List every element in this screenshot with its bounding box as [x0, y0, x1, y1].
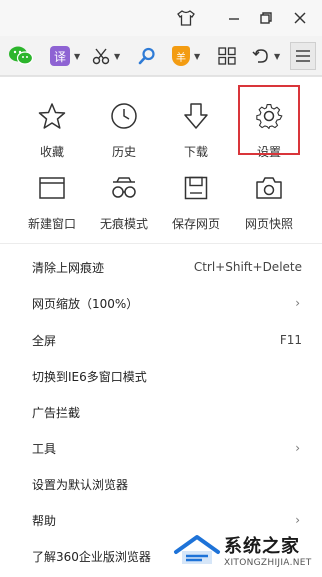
menu-item-incognito[interactable]: 无痕模式 — [94, 173, 154, 232]
wechat-icon[interactable] — [8, 44, 34, 68]
menu-item-zoom[interactable]: 网页缩放（100%） › — [0, 285, 322, 321]
restore-icon[interactable] — [254, 6, 278, 30]
apps-grid-icon[interactable] — [218, 44, 236, 68]
chevron-right-icon: › — [295, 441, 300, 455]
divider — [0, 243, 322, 244]
menu-item-save-page[interactable]: 保存网页 — [166, 173, 226, 232]
chevron-right-icon: › — [295, 513, 300, 527]
screenshot-button[interactable]: ▼ — [92, 44, 120, 68]
close-icon[interactable] — [288, 6, 312, 30]
scissors-icon — [92, 48, 110, 65]
menu-item-label: 历史 — [111, 145, 136, 159]
main-menu-panel: 收藏 历史 下载 设置 新建窗口 无痕模式 保存网页 网页快照 清除上网痕迹 C… — [0, 76, 322, 577]
menu-item-snapshot[interactable]: 网页快照 — [239, 173, 299, 232]
menu-item-history[interactable]: 历史 — [94, 101, 154, 160]
menu-item-label: 网页缩放（100%） — [32, 296, 139, 311]
menu-item-favorites[interactable]: 收藏 — [22, 101, 82, 160]
incognito-icon — [109, 173, 139, 203]
undo-button[interactable]: ▼ — [252, 44, 280, 68]
house-logo-icon — [170, 533, 224, 567]
menu-item-fullscreen[interactable]: 全屏 F11 — [0, 322, 322, 358]
shield-button[interactable]: 羊 ▼ — [172, 44, 200, 68]
clock-icon — [109, 101, 139, 131]
menu-item-label: 了解360企业版浏览器 — [32, 549, 151, 564]
menu-item-label: 新建窗口 — [27, 217, 76, 231]
download-icon — [181, 101, 211, 131]
shield-icon: 羊 — [172, 46, 190, 66]
menu-item-new-window[interactable]: 新建窗口 — [22, 173, 82, 232]
hamburger-menu-icon[interactable] — [290, 42, 316, 70]
menu-item-adblock[interactable]: 广告拦截 — [0, 394, 322, 430]
watermark-url: XITONGZHIJIA.NET — [224, 558, 312, 568]
menu-item-label: 保存网页 — [171, 217, 220, 231]
site-watermark: 系统之家 XITONGZHIJIA.NET — [170, 529, 322, 571]
menu-item-label: 清除上网痕迹 — [32, 260, 105, 275]
shortcut-label: Ctrl+Shift+Delete — [193, 260, 302, 274]
undo-icon — [252, 49, 268, 63]
menu-item-label: 帮助 — [32, 513, 57, 528]
star-icon — [37, 101, 67, 131]
menu-item-default-browser[interactable]: 设置为默认浏览器 — [0, 466, 322, 502]
menu-item-downloads[interactable]: 下载 — [166, 101, 226, 160]
chevron-right-icon: › — [295, 296, 300, 310]
translate-button[interactable]: 译 ▼ — [50, 44, 80, 68]
watermark-title: 系统之家 — [224, 536, 300, 557]
shortcut-label: F11 — [279, 333, 302, 347]
chevron-down-icon: ▼ — [194, 51, 201, 61]
camera-icon — [254, 173, 284, 203]
tshirt-icon[interactable] — [174, 6, 198, 30]
search-icon[interactable] — [138, 44, 156, 68]
menu-item-label: 下载 — [183, 145, 208, 159]
menu-item-label: 全屏 — [32, 333, 57, 348]
menu-item-label: 工具 — [32, 441, 57, 456]
menu-item-label: 切换到IE6多窗口模式 — [32, 369, 147, 384]
menu-item-label: 广告拦截 — [32, 405, 81, 420]
menu-item-ie6-mode[interactable]: 切换到IE6多窗口模式 — [0, 358, 322, 394]
browser-toolbar: 译 ▼ ▼ 羊 ▼ ▼ — [0, 36, 322, 76]
menu-item-tools[interactable]: 工具 › — [0, 430, 322, 466]
chevron-down-icon: ▼ — [74, 51, 81, 61]
new-window-icon — [37, 173, 67, 203]
menu-item-label: 收藏 — [39, 145, 64, 159]
chevron-down-icon: ▼ — [274, 51, 281, 61]
settings-highlight-box — [238, 85, 300, 155]
menu-item-label: 网页快照 — [244, 217, 293, 231]
menu-item-clear-traces[interactable]: 清除上网痕迹 Ctrl+Shift+Delete — [0, 249, 322, 285]
translate-icon: 译 — [50, 46, 70, 66]
menu-item-label: 无痕模式 — [99, 217, 148, 231]
menu-item-label: 设置为默认浏览器 — [32, 477, 129, 492]
save-icon — [181, 173, 211, 203]
minimize-icon[interactable] — [222, 6, 246, 30]
title-bar — [0, 0, 322, 36]
chevron-down-icon: ▼ — [114, 51, 121, 61]
